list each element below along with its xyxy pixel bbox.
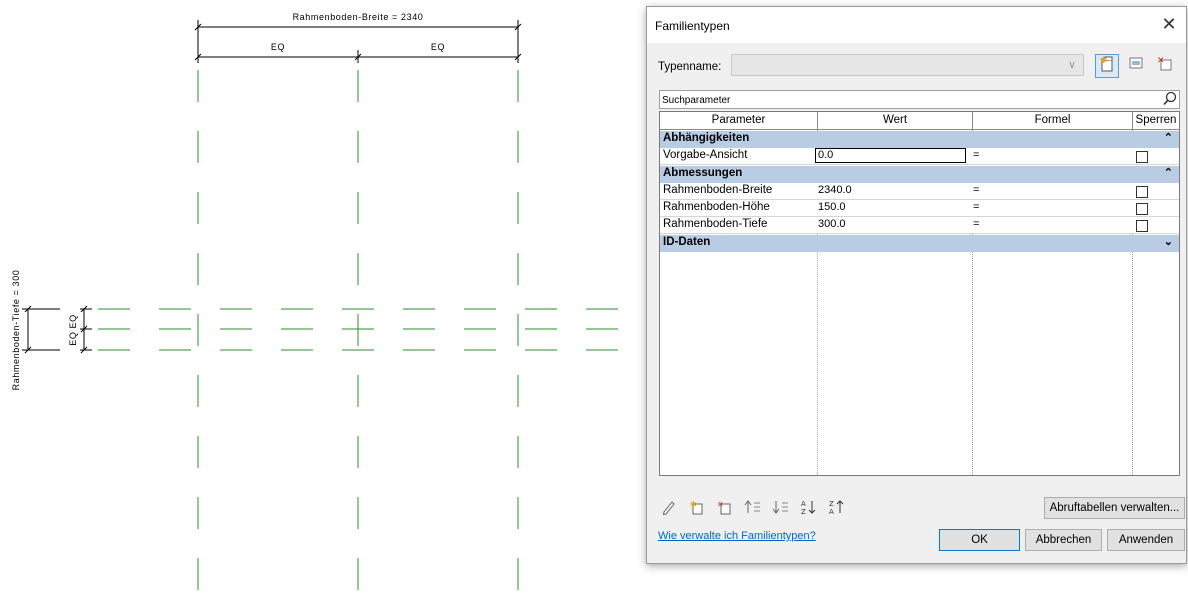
group-header-identity-data[interactable]: ID-Daten ⌄: [660, 235, 1179, 252]
family-types-dialog: Familientypen ✕ Typenname: ∨ ✱ ✕ Paramet…: [646, 6, 1187, 564]
svg-text:✕: ✕: [1157, 56, 1165, 66]
eq-left-label: EQ: [271, 42, 285, 52]
typename-dropdown[interactable]: ∨: [731, 54, 1084, 76]
search-icon[interactable]: [1163, 91, 1177, 110]
parameter-formula-field[interactable]: =: [973, 149, 979, 161]
close-button[interactable]: ✕: [1158, 13, 1180, 35]
sort-ascending-icon: AZ: [801, 500, 816, 516]
help-link[interactable]: Wie verwalte ich Familientypen?: [658, 530, 816, 542]
rename-type-icon: [1129, 57, 1143, 69]
depth-dimension[interactable]: [22, 305, 92, 354]
sort-ascending-button[interactable]: AZ: [799, 499, 819, 517]
column-header-value[interactable]: Wert: [818, 112, 973, 130]
move-down-button[interactable]: [771, 499, 791, 517]
lock-checkbox[interactable]: [1136, 186, 1148, 198]
parameter-row[interactable]: Rahmenboden-Breite 2340.0 =: [660, 183, 1179, 200]
new-parameter-button[interactable]: ✱: [687, 499, 707, 517]
svg-text:A: A: [829, 508, 834, 515]
ok-button[interactable]: OK: [939, 529, 1020, 551]
eq-vertical-label: EQ EQ: [68, 314, 78, 346]
parameter-value-field[interactable]: 150.0: [818, 201, 846, 213]
edit-pencil-icon: [662, 501, 675, 516]
svg-text:A: A: [801, 500, 806, 508]
move-up-button[interactable]: [743, 499, 763, 517]
dialog-title: Familientypen: [655, 19, 730, 33]
svg-text:✱: ✱: [1100, 56, 1108, 66]
move-down-icon: [772, 501, 788, 514]
parameter-name: Rahmenboden-Tiefe: [663, 218, 768, 230]
parameter-value-field[interactable]: 2340.0: [818, 184, 852, 196]
eq-right-label: EQ: [431, 42, 445, 52]
width-dimension-label: Rahmenboden-Breite = 2340: [293, 12, 424, 22]
collapse-icon[interactable]: ⌃: [1164, 166, 1173, 179]
vertical-reference-planes[interactable]: [197, 70, 519, 603]
parameter-value-field[interactable]: 0.0: [815, 148, 966, 163]
typename-label: Typenname:: [658, 61, 722, 73]
new-type-icon: ✱: [1100, 56, 1113, 72]
search-parameter-box: [659, 90, 1180, 109]
manage-lookup-tables-button[interactable]: Abruftabellen verwalten...: [1044, 497, 1185, 519]
parameter-name: Rahmenboden-Breite: [663, 184, 773, 196]
delete-parameter-button[interactable]: ✕: [715, 499, 735, 517]
chevron-down-icon: ∨: [1067, 59, 1076, 71]
parameter-row[interactable]: Vorgabe-Ansicht 0.0 =: [660, 148, 1179, 165]
cancel-button[interactable]: Abbrechen: [1025, 529, 1102, 551]
group-label: ID-Daten: [663, 236, 711, 248]
column-header-formula[interactable]: Formel: [973, 112, 1133, 130]
group-header-constraints[interactable]: Abhängigkeiten ⌃: [660, 131, 1179, 148]
parameter-value-field[interactable]: 300.0: [818, 218, 846, 230]
parameter-formula-field[interactable]: =: [973, 201, 979, 213]
apply-button[interactable]: Anwenden: [1107, 529, 1185, 551]
column-header-parameter[interactable]: Parameter: [660, 112, 818, 130]
new-type-button[interactable]: ✱: [1095, 54, 1119, 78]
svg-text:✱: ✱: [690, 500, 697, 509]
group-label: Abmessungen: [663, 167, 743, 179]
group-label: Abhängigkeiten: [663, 132, 750, 144]
sort-descending-icon: ZA: [829, 500, 844, 516]
collapse-icon[interactable]: ⌃: [1164, 131, 1173, 144]
parameter-name: Vorgabe-Ansicht: [663, 149, 748, 161]
edit-parameter-button[interactable]: [659, 499, 679, 517]
cad-drawing: Rahmenboden-Breite = 2340 EQ EQ Rahmenbo…: [11, 12, 640, 603]
parameter-formula-field[interactable]: =: [973, 184, 979, 196]
drawing-canvas[interactable]: Rahmenboden-Breite = 2340 EQ EQ Rahmenbo…: [0, 0, 640, 603]
parameter-row[interactable]: Rahmenboden-Tiefe 300.0 =: [660, 217, 1179, 234]
svg-text:Z: Z: [801, 508, 806, 515]
delete-type-button[interactable]: ✕: [1153, 54, 1177, 78]
parameter-grid: Parameter Wert Formel Sperren Abhängigke…: [659, 111, 1180, 476]
move-up-icon: [744, 500, 760, 513]
eq-dimension[interactable]: [194, 48, 522, 63]
lock-checkbox[interactable]: [1136, 151, 1148, 163]
expand-icon[interactable]: ⌄: [1164, 235, 1173, 248]
dialog-titlebar[interactable]: Familientypen ✕: [647, 7, 1186, 43]
width-dimension[interactable]: [194, 20, 522, 50]
lock-checkbox[interactable]: [1136, 203, 1148, 215]
depth-dimension-label: Rahmenboden-Tiefe = 300: [11, 270, 21, 391]
new-parameter-icon: ✱: [690, 500, 703, 515]
lock-checkbox[interactable]: [1136, 220, 1148, 232]
delete-type-icon: ✕: [1157, 56, 1172, 71]
column-header-lock[interactable]: Sperren: [1133, 112, 1179, 130]
horizontal-reference-planes[interactable]: [98, 308, 640, 351]
group-header-dimensions[interactable]: Abmessungen ⌃: [660, 166, 1179, 183]
search-parameter-input[interactable]: [662, 93, 1152, 107]
parameter-name: Rahmenboden-Höhe: [663, 201, 770, 213]
svg-text:Z: Z: [829, 500, 834, 508]
delete-parameter-icon: ✕: [717, 500, 731, 515]
parameter-row[interactable]: Rahmenboden-Höhe 150.0 =: [660, 200, 1179, 217]
sort-descending-button[interactable]: ZA: [827, 499, 847, 517]
parameter-formula-field[interactable]: =: [973, 218, 979, 230]
svg-text:✕: ✕: [717, 500, 724, 509]
rename-type-button[interactable]: [1124, 54, 1148, 78]
